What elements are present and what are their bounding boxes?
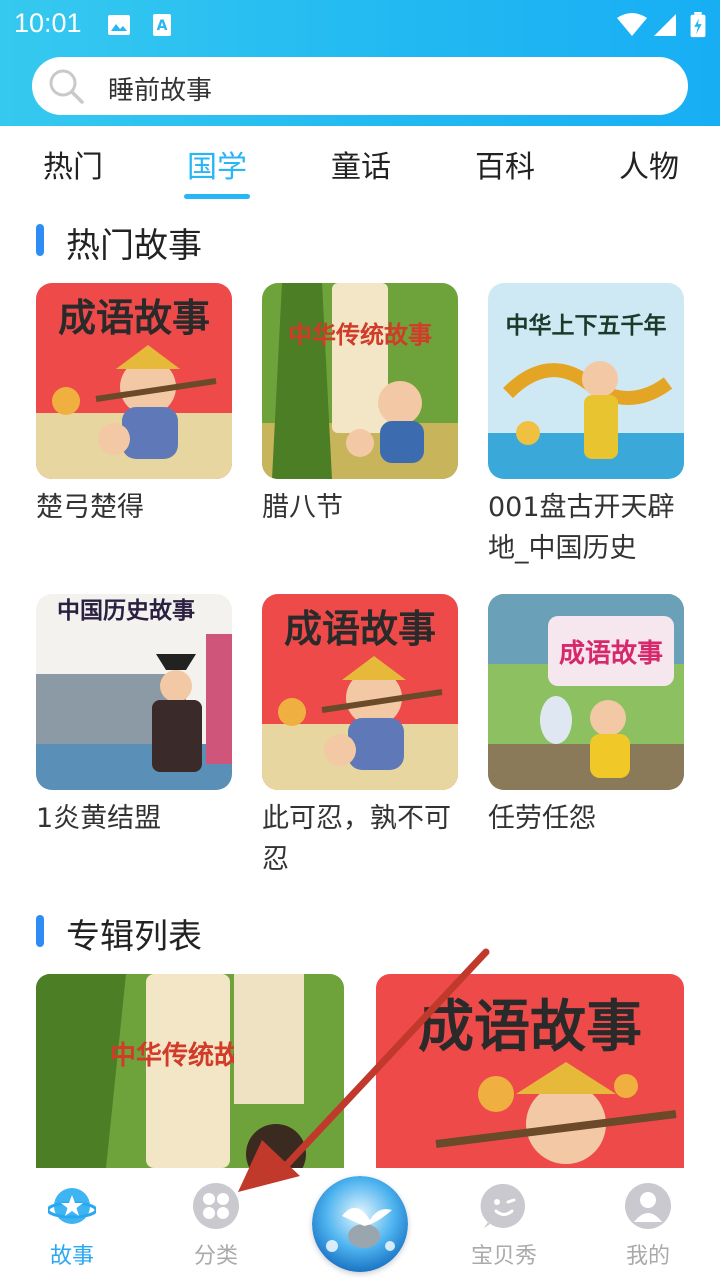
person-icon <box>625 1183 671 1229</box>
album-card[interactable]: 中华传统故事 <box>36 974 344 1168</box>
story-title: 腊八节 <box>262 492 343 523</box>
story-title: 任劳任怨 <box>488 803 596 834</box>
story-cover[interactable]: 中华上下五千年 <box>488 283 684 479</box>
search-input[interactable]: 睡前故事 <box>32 57 688 115</box>
nav-categories[interactable]: 分类 <box>156 1168 276 1280</box>
story-cover[interactable]: 成语故事 <box>488 594 684 790</box>
search-placeholder: 睡前故事 <box>108 76 213 106</box>
story-title: 1炎黄结盟 <box>36 803 162 834</box>
story-title: 此可忍，孰不可忍 <box>262 803 451 875</box>
nav-me[interactable]: 我的 <box>588 1168 708 1280</box>
tab-hot[interactable]: 热门 <box>18 142 128 186</box>
cover-text: 成语故事 <box>284 607 436 651</box>
tab-encyclopedia[interactable]: 百科 <box>450 142 560 186</box>
cover-text: 中华传统故事 <box>288 321 432 349</box>
album-card[interactable]: 成语故事 <box>376 974 684 1168</box>
app-header: 10:01 A 睡前故事 <box>0 0 720 126</box>
section-marker <box>36 224 44 256</box>
wink-face-icon <box>480 1183 526 1228</box>
grid-circles-icon <box>193 1183 239 1229</box>
story-cover[interactable]: 中国历史故事 <box>36 594 232 790</box>
category-tabs: 热门 国学 童话 百科 人物 <box>0 130 720 210</box>
cover-text: 成语故事 <box>58 296 210 340</box>
signal-icon <box>654 14 676 36</box>
app-store-notification-icon: A <box>153 14 171 36</box>
cover-text: 成语故事 <box>418 995 642 1060</box>
section-marker <box>36 915 44 947</box>
section-title: 热门故事 <box>66 226 202 266</box>
cover-text: 中国历史故事 <box>57 598 195 624</box>
tab-guoxue[interactable]: 国学 <box>162 142 272 186</box>
nav-label: 分类 <box>193 1244 238 1269</box>
section-title: 专辑列表 <box>66 917 202 957</box>
center-play-orb[interactable] <box>312 1176 408 1272</box>
nav-label: 故事 <box>49 1244 94 1269</box>
cover-text: 中华上下五千年 <box>506 312 667 339</box>
nav-label: 我的 <box>625 1244 670 1269</box>
wifi-icon <box>617 13 647 36</box>
nav-stories[interactable]: 故事 <box>12 1168 132 1280</box>
story-card[interactable]: 成语故事 此可忍，孰不可忍 <box>262 594 458 880</box>
tab-fairy-tales[interactable]: 童话 <box>306 142 416 186</box>
story-card[interactable]: 中国历史故事 1炎黄结盟 <box>36 594 232 839</box>
svg-text:A: A <box>157 18 168 34</box>
story-title: 楚弓楚得 <box>36 492 144 523</box>
nav-baby-show[interactable]: 宝贝秀 <box>444 1168 564 1280</box>
cover-text: 成语故事 <box>559 639 663 669</box>
story-card[interactable]: 成语故事 任劳任怨 <box>488 594 684 839</box>
status-time: 10:01 <box>14 8 82 38</box>
status-bar: 10:01 A <box>0 0 720 50</box>
story-card[interactable]: 中华传统故事 腊八节 <box>262 283 458 528</box>
story-cover[interactable]: 中华传统故事 <box>262 283 458 479</box>
story-card[interactable]: 成语故事 楚弓楚得 <box>36 283 232 528</box>
story-cover[interactable]: 成语故事 <box>262 594 458 790</box>
tab-people[interactable]: 人物 <box>594 142 704 186</box>
story-cover[interactable]: 成语故事 <box>36 283 232 479</box>
nav-label: 宝贝秀 <box>470 1244 537 1269</box>
battery-charging-icon <box>690 12 706 38</box>
image-notification-icon <box>108 15 130 35</box>
search-icon <box>49 69 84 104</box>
planet-star-icon <box>48 1188 96 1224</box>
story-card[interactable]: 中华上下五千年 001盘古开天辟地_中国历史 <box>488 283 684 569</box>
story-title: 001盘古开天辟地_中国历史 <box>488 492 675 564</box>
active-tab-indicator <box>184 194 250 199</box>
